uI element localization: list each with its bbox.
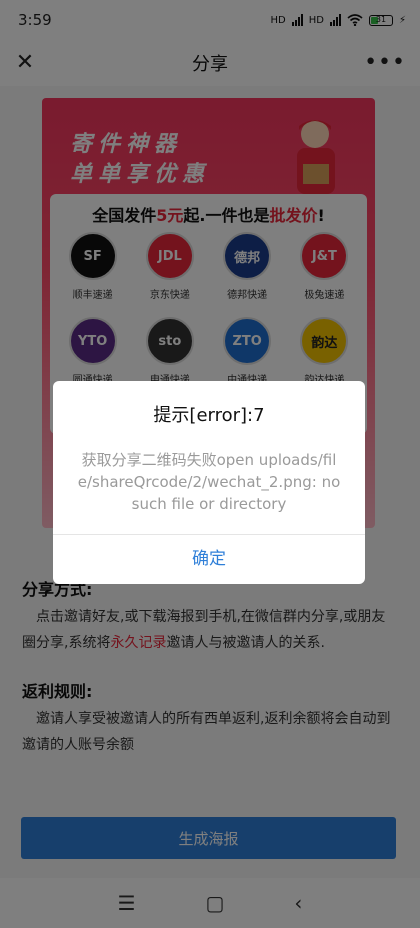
confirm-button[interactable]: 确定	[53, 535, 365, 584]
dialog-title: 提示[error]:7	[153, 405, 265, 426]
dialog-message: 获取分享二维码失败open uploads/file/shareQrcode/2…	[77, 451, 341, 513]
error-dialog: 提示[error]:7 获取分享二维码失败open uploads/file/s…	[53, 381, 365, 584]
